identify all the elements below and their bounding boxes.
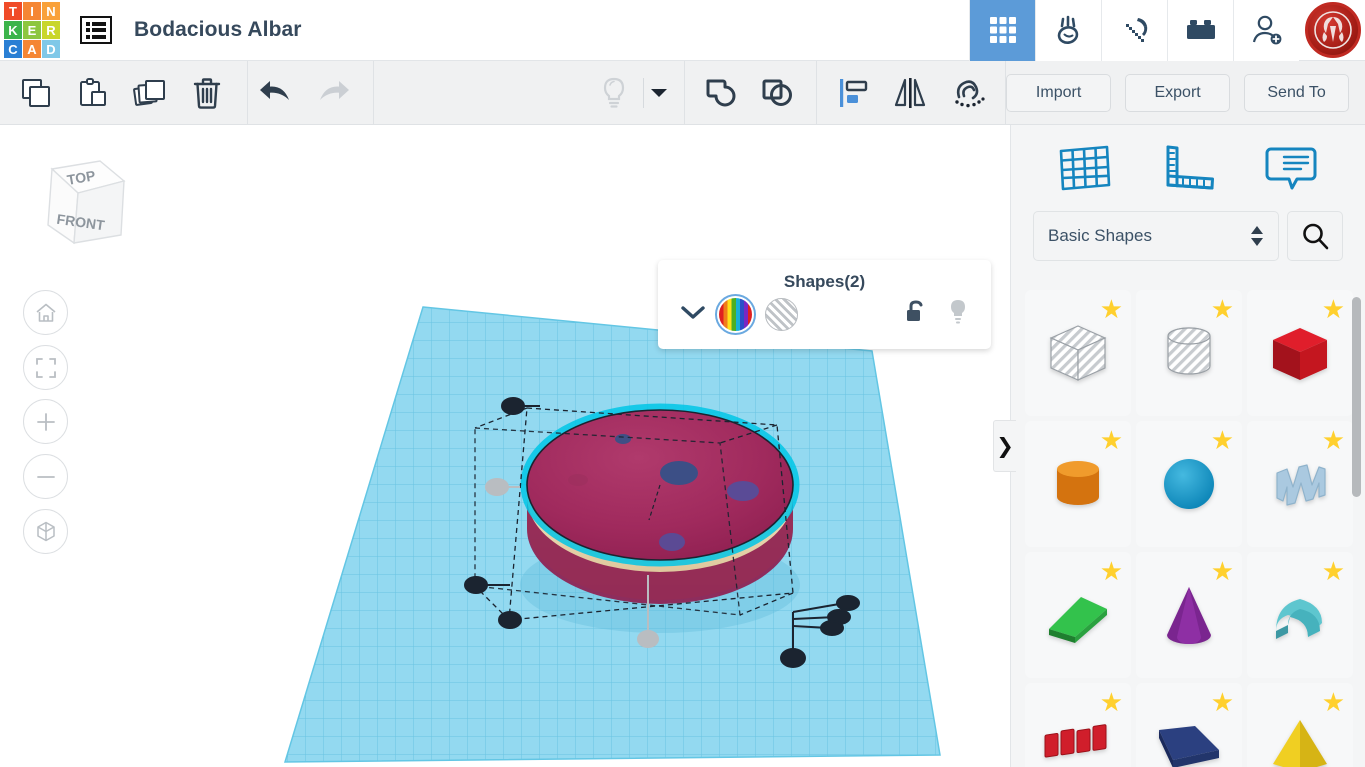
hole-1 bbox=[660, 461, 698, 485]
logo-cell-c: C bbox=[4, 40, 22, 58]
scene: Workplane bbox=[283, 306, 941, 763]
ungroup-icon[interactable] bbox=[749, 61, 806, 125]
tab-workplane[interactable] bbox=[1050, 137, 1120, 199]
logo-cell-e: E bbox=[23, 21, 41, 39]
shape-ramp-navy[interactable]: ★ bbox=[1136, 683, 1242, 767]
delete-trash-icon[interactable] bbox=[178, 61, 235, 125]
chevron-down-icon[interactable] bbox=[644, 61, 674, 125]
shape-category-label: Basic Shapes bbox=[1048, 226, 1152, 245]
shape-roof-teal[interactable]: ★ bbox=[1247, 552, 1353, 678]
right-panel-tabs bbox=[1011, 125, 1365, 211]
file-actions: Import Export Send To bbox=[1006, 73, 1365, 112]
chevron-down-icon[interactable] bbox=[680, 304, 706, 325]
group-icon[interactable] bbox=[693, 61, 750, 125]
shape-cylinder-hole[interactable]: ★ bbox=[1136, 290, 1242, 416]
logo-cell-t: T bbox=[4, 2, 22, 20]
toolbar-divider-2 bbox=[373, 60, 375, 125]
document-title[interactable]: Bodacious Albar bbox=[134, 18, 302, 42]
logo-cell-k: K bbox=[4, 21, 22, 39]
paste-icon[interactable] bbox=[65, 61, 122, 125]
rainbow-color-swatch[interactable] bbox=[719, 298, 752, 331]
star-icon: ★ bbox=[1321, 556, 1345, 586]
magnet-snap-icon[interactable] bbox=[938, 61, 995, 125]
shape-cone-purple[interactable]: ★ bbox=[1136, 552, 1242, 678]
zoom-out-button[interactable] bbox=[23, 454, 68, 499]
stepper-icon bbox=[1250, 225, 1264, 247]
shapes-panel: Shapes(2) bbox=[658, 260, 991, 349]
shape-scribble[interactable]: ★ bbox=[1247, 421, 1353, 547]
send-to-button[interactable]: Send To bbox=[1244, 73, 1350, 112]
shape-box-red[interactable]: ★ bbox=[1247, 290, 1353, 416]
star-icon: ★ bbox=[1210, 425, 1234, 455]
mirror-icon[interactable] bbox=[882, 61, 939, 125]
shape-box-hole[interactable]: ★ bbox=[1025, 290, 1131, 416]
logo-cell-a: A bbox=[23, 40, 41, 58]
top-bar: T I N K E R C A D Bodacious Albar bbox=[0, 0, 1365, 61]
main-toolbar: Import Export Send To bbox=[0, 60, 1365, 125]
align-icon[interactable] bbox=[825, 61, 882, 125]
toolbar-divider-3 bbox=[683, 60, 685, 125]
list-menu-icon[interactable] bbox=[80, 16, 112, 44]
unlock-icon[interactable] bbox=[905, 299, 927, 330]
search-icon bbox=[1303, 223, 1329, 250]
shape-list-scrollbar[interactable] bbox=[1352, 297, 1361, 497]
logo-cell-r: R bbox=[42, 21, 60, 39]
star-icon: ★ bbox=[1099, 556, 1123, 586]
shape-cylinder-orange[interactable]: ★ bbox=[1025, 421, 1131, 547]
logo-cell-n: N bbox=[42, 2, 60, 20]
hole-2 bbox=[727, 481, 759, 501]
export-button[interactable]: Export bbox=[1125, 73, 1231, 112]
duplicate-icon[interactable] bbox=[121, 61, 178, 125]
import-button[interactable]: Import bbox=[1006, 73, 1112, 112]
grid-apps-icon[interactable] bbox=[969, 0, 1035, 61]
shape-text-red[interactable]: ★ bbox=[1025, 683, 1131, 767]
star-icon: ★ bbox=[1321, 425, 1345, 455]
star-icon: ★ bbox=[1099, 687, 1123, 717]
right-panel: Basic Shapes ★ ★ ★ ★ ★ ★ ★ ★ ★ ★ ★ ★ bbox=[1010, 125, 1365, 767]
copy-icon[interactable] bbox=[8, 61, 65, 125]
panel-collapse-handle[interactable]: ❯ bbox=[993, 420, 1016, 472]
logo-cell-d: D bbox=[42, 40, 60, 58]
star-icon: ★ bbox=[1210, 687, 1234, 717]
shape-wedge-green[interactable]: ★ bbox=[1025, 552, 1131, 678]
star-icon: ★ bbox=[1321, 687, 1345, 717]
hole-4 bbox=[615, 434, 631, 444]
redo-icon bbox=[304, 61, 361, 125]
user-avatar[interactable] bbox=[1305, 2, 1361, 58]
hole-3 bbox=[659, 533, 685, 551]
view-cube[interactable]: TOP FRONT bbox=[22, 147, 134, 259]
pickaxe-minecraft-icon[interactable] bbox=[1101, 0, 1167, 61]
add-person-icon[interactable] bbox=[1233, 0, 1299, 61]
zoom-in-button[interactable] bbox=[23, 399, 68, 444]
home-view-button[interactable] bbox=[23, 290, 68, 335]
undo-icon[interactable] bbox=[248, 61, 305, 125]
shape-sphere-blue[interactable]: ★ bbox=[1136, 421, 1242, 547]
shape-pyramid-yellow[interactable]: ★ bbox=[1247, 683, 1353, 767]
top-bar-actions bbox=[969, 0, 1365, 61]
3d-canvas[interactable]: Workplane bbox=[0, 125, 1010, 767]
hole-5 bbox=[568, 474, 588, 486]
codeblocks-icon[interactable] bbox=[1035, 0, 1101, 61]
tinkercad-logo[interactable]: T I N K E R C A D bbox=[4, 2, 60, 58]
shape-library-grid: ★ ★ ★ ★ ★ ★ ★ ★ ★ ★ ★ ★ bbox=[1025, 290, 1355, 767]
shapes-panel-title: Shapes(2) bbox=[783, 272, 866, 291]
logo-cell-i: I bbox=[23, 2, 41, 20]
lightbulb-icon[interactable] bbox=[947, 298, 969, 331]
shape-category-select[interactable]: Basic Shapes bbox=[1033, 211, 1279, 261]
fit-to-view-button[interactable] bbox=[23, 345, 68, 390]
tab-note[interactable] bbox=[1256, 137, 1326, 199]
shape-search-button[interactable] bbox=[1287, 211, 1343, 261]
ortho-perspective-button[interactable] bbox=[23, 509, 68, 554]
lightbulb-icon bbox=[586, 61, 643, 125]
tab-ruler[interactable] bbox=[1153, 137, 1223, 199]
toolbar-divider-4 bbox=[816, 60, 818, 125]
lego-brick-icon[interactable] bbox=[1167, 0, 1233, 61]
hole-swatch[interactable] bbox=[765, 298, 798, 331]
shape-library-controls: Basic Shapes bbox=[1011, 211, 1365, 261]
